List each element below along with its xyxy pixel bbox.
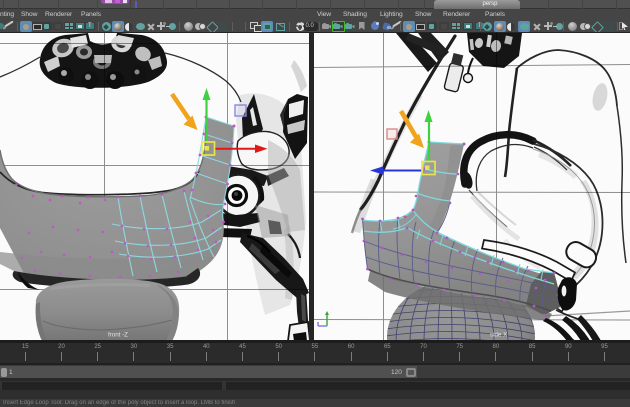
svg-text:side X: side X	[490, 332, 507, 339]
svg-text:front -Z: front -Z	[108, 332, 128, 339]
